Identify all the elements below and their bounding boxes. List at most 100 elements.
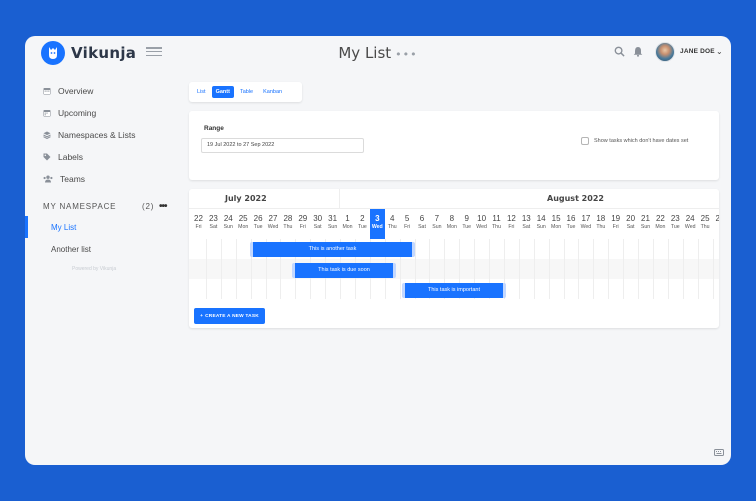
day-column: 15 Mon bbox=[549, 209, 564, 239]
day-number: 15 bbox=[551, 214, 561, 223]
weekday-label: Wed bbox=[580, 224, 592, 230]
create-task-button[interactable]: + CREATE A NEW TASK bbox=[194, 308, 265, 324]
weekday-label: Sat bbox=[418, 224, 426, 230]
day-number: 20 bbox=[626, 214, 636, 223]
day-column: 1 Mon bbox=[340, 209, 355, 239]
gantt-row bbox=[189, 259, 719, 279]
avatar[interactable] bbox=[655, 42, 675, 62]
day-column: 7 Sun bbox=[429, 209, 444, 239]
day-header: 22 Fri 23 Sat 24 Sun 25 Mon 26 Tue 27 Wed 28 Thu 29 Fri… bbox=[189, 209, 719, 239]
date-range-input[interactable]: 19 Jul 2022 to 27 Sep 2022 bbox=[201, 138, 364, 153]
grid-line bbox=[682, 239, 684, 299]
task-bar[interactable]: This is another task bbox=[250, 242, 415, 257]
sidebar-item-labels[interactable]: Labels bbox=[25, 146, 185, 168]
month-divider bbox=[339, 189, 340, 209]
sidebar-item-upcoming[interactable]: Upcoming bbox=[25, 102, 185, 124]
weekday-label: Thu bbox=[492, 224, 501, 230]
grid-line bbox=[697, 239, 699, 299]
weekday-label: Tue bbox=[462, 224, 472, 230]
weekday-label: Sun bbox=[640, 224, 651, 230]
day-number: 13 bbox=[521, 214, 531, 223]
tab-gantt[interactable]: Gantt bbox=[211, 86, 234, 98]
day-number: 3 bbox=[375, 214, 380, 223]
day-column-today: 3 Wed bbox=[369, 209, 385, 239]
day-column: 5 Fri bbox=[400, 209, 415, 239]
day-number: 2 bbox=[360, 214, 365, 223]
weekday-label: Tue bbox=[670, 224, 680, 230]
page-title: My List ••• bbox=[25, 44, 731, 62]
view-switcher: List Gantt Table Kanban bbox=[189, 82, 302, 102]
chevron-down-icon[interactable]: ⌄ bbox=[716, 47, 723, 56]
day-column: 13 Sat bbox=[519, 209, 534, 239]
tab-kanban[interactable]: Kanban bbox=[259, 86, 286, 98]
day-column: 22 Fri bbox=[191, 209, 206, 239]
weekday-label: Thu bbox=[596, 224, 606, 230]
day-column: 14 Sun bbox=[534, 209, 549, 239]
bell-icon[interactable] bbox=[633, 46, 643, 57]
create-task-label: CREATE A NEW TASK bbox=[205, 313, 259, 319]
namespace-menu-icon[interactable]: ••• bbox=[159, 201, 167, 212]
gantt-chart: July 2022 August 2022 22 Fri 23 Sat 24 Sun 25 M… bbox=[189, 189, 719, 328]
list-title: My List bbox=[338, 44, 392, 62]
day-column: 11 Thu bbox=[489, 209, 504, 239]
day-number: 6 bbox=[419, 214, 425, 223]
tab-table[interactable]: Table bbox=[236, 86, 257, 98]
day-column: 23 Sat bbox=[206, 209, 221, 239]
weekday-label: Fri bbox=[508, 224, 515, 230]
sidebar-list-my-list[interactable]: My List bbox=[25, 216, 185, 238]
day-number: 23 bbox=[670, 214, 680, 223]
search-icon[interactable] bbox=[614, 46, 625, 57]
weekday-label: Tue bbox=[253, 224, 263, 230]
weekday-label: Sun bbox=[432, 224, 442, 230]
weekday-label: Thu bbox=[387, 224, 397, 230]
day-number: 8 bbox=[449, 214, 455, 223]
weekday-label: Fri bbox=[299, 224, 306, 230]
sidebar-item-overview[interactable]: Overview bbox=[25, 80, 185, 102]
task-bar[interactable]: This task is important bbox=[402, 283, 506, 298]
day-column: 16 Tue bbox=[564, 209, 579, 239]
sidebar-item-teams[interactable]: Teams bbox=[25, 168, 185, 190]
day-column: 25 Mon bbox=[236, 209, 251, 239]
day-column: 27 Wed bbox=[266, 209, 281, 239]
weekday-label: Thu bbox=[700, 224, 710, 230]
sidebar-list-another-list[interactable]: Another list bbox=[25, 238, 185, 260]
user-name[interactable]: JANE DOE bbox=[680, 48, 715, 55]
day-column: 6 Sat bbox=[415, 209, 430, 239]
day-column: 30 Sat bbox=[310, 209, 325, 239]
sidebar-item-namespaces[interactable]: Namespaces & Lists bbox=[25, 124, 185, 146]
weekday-label: Fri bbox=[195, 224, 202, 230]
show-undated-label[interactable]: Show tasks which don't have dates set bbox=[594, 138, 688, 144]
day-column: 17 Wed bbox=[578, 209, 593, 239]
grid-line bbox=[205, 239, 207, 299]
namespace-header[interactable]: MY NAMESPACE (2) ••• bbox=[25, 199, 185, 213]
weekday-label: Sun bbox=[327, 224, 338, 230]
grid-line bbox=[623, 239, 625, 299]
day-number: 27 bbox=[268, 214, 278, 223]
keyboard-icon[interactable] bbox=[714, 449, 724, 456]
list-menu-icon[interactable]: ••• bbox=[395, 48, 417, 61]
powered-by[interactable]: Powered by Vikunja bbox=[25, 266, 185, 272]
day-column: 28 Thu bbox=[280, 209, 295, 239]
show-undated-checkbox[interactable] bbox=[581, 137, 589, 145]
day-column: 8 Mon bbox=[444, 209, 459, 239]
day-column: 20 Sat bbox=[623, 209, 638, 239]
day-number: 31 bbox=[328, 214, 338, 223]
grid-line bbox=[593, 239, 595, 299]
weekday-label: Thu bbox=[283, 224, 293, 230]
day-column: 25 Thu bbox=[698, 209, 713, 239]
grid-line bbox=[608, 239, 610, 299]
day-number: 26 bbox=[715, 214, 719, 223]
weekday-label: Wed bbox=[476, 224, 487, 230]
day-number: 26 bbox=[253, 214, 263, 223]
calendar-icon bbox=[43, 110, 51, 117]
sidebar-item-label: Teams bbox=[60, 174, 86, 184]
tab-list[interactable]: List bbox=[193, 86, 210, 98]
day-column: 26 bbox=[713, 209, 719, 239]
sidebar-item-label: Upcoming bbox=[58, 108, 97, 118]
day-number: 16 bbox=[566, 214, 576, 223]
task-bar[interactable]: This task is due soon bbox=[292, 263, 396, 278]
tags-icon bbox=[43, 153, 51, 161]
day-number: 30 bbox=[313, 214, 323, 223]
weekday-label: Mon bbox=[655, 224, 666, 230]
day-column: 19 Fri bbox=[608, 209, 623, 239]
